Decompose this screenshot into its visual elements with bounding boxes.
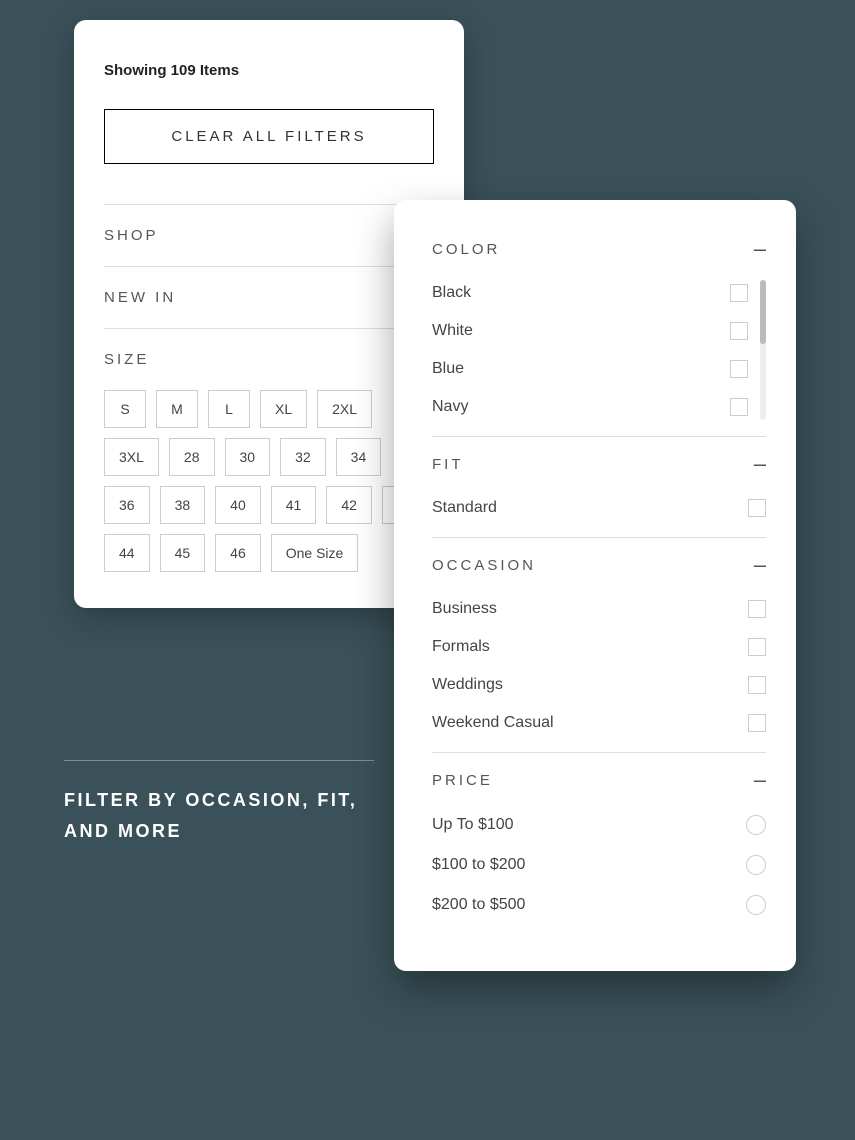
filter-section-new-in[interactable]: NEW IN — [104, 266, 434, 328]
size-chip[interactable]: L — [208, 390, 250, 428]
filter-section-size: SIZE SMLXL2XL3XL283032343638404142434445… — [104, 328, 434, 572]
radio-icon[interactable] — [746, 895, 766, 915]
size-chip[interactable]: One Size — [271, 534, 359, 572]
checkbox-icon[interactable] — [730, 360, 748, 378]
filter-option[interactable]: Formals — [432, 628, 766, 666]
collapse-icon[interactable]: – — [754, 453, 766, 475]
size-chip[interactable]: 42 — [326, 486, 372, 524]
scrollable-options: Black White Blue Navy — [432, 274, 766, 426]
filter-section-title: OCCASION — [432, 557, 536, 574]
caption-divider — [64, 760, 374, 761]
size-chip[interactable]: 44 — [104, 534, 150, 572]
filter-option[interactable]: Navy — [432, 388, 748, 426]
size-chip[interactable]: 32 — [280, 438, 326, 476]
size-chip[interactable]: 38 — [160, 486, 206, 524]
filter-option[interactable]: $100 to $200 — [432, 845, 766, 885]
filter-option[interactable]: Blue — [432, 350, 748, 388]
option-label: Weekend Casual — [432, 714, 554, 732]
filter-section-title: PRICE — [432, 772, 493, 789]
filter-section-title: FIT — [432, 456, 464, 473]
filter-card-right: COLOR – Black White Blue Navy FIT – Standard OCCA… — [394, 200, 796, 971]
option-label: $100 to $200 — [432, 856, 525, 874]
collapse-icon[interactable]: – — [754, 554, 766, 576]
radio-icon[interactable] — [746, 815, 766, 835]
filter-section-color: COLOR – Black White Blue Navy — [432, 228, 766, 436]
filter-option[interactable]: Weddings — [432, 666, 766, 704]
checkbox-icon[interactable] — [748, 714, 766, 732]
option-label: Up To $100 — [432, 816, 514, 834]
filter-option[interactable]: Business — [432, 590, 766, 628]
caption-text: FILTER BY OCCASION, FIT, AND MORE — [64, 785, 374, 846]
filter-section-occasion: OCCASION – Business Formals Weddings Weekend … — [432, 537, 766, 752]
option-label: Standard — [432, 499, 497, 517]
size-chip[interactable]: 3XL — [104, 438, 159, 476]
size-chip[interactable]: 2XL — [317, 390, 372, 428]
checkbox-icon[interactable] — [748, 600, 766, 618]
filter-option[interactable]: Standard — [432, 489, 766, 527]
size-chip[interactable]: 45 — [160, 534, 206, 572]
size-chip[interactable]: 40 — [215, 486, 261, 524]
size-grid: SMLXL2XL3XL28303234363840414243444546One… — [104, 390, 434, 572]
filter-option[interactable]: Black — [432, 274, 748, 312]
filter-section-header[interactable]: FIT – — [432, 453, 766, 489]
size-chip[interactable]: 28 — [169, 438, 215, 476]
size-chip[interactable]: XL — [260, 390, 307, 428]
checkbox-icon[interactable] — [730, 322, 748, 340]
option-label: Navy — [432, 398, 468, 416]
size-chip[interactable]: S — [104, 390, 146, 428]
caption-block: FILTER BY OCCASION, FIT, AND MORE — [64, 760, 374, 846]
filter-section-header[interactable]: COLOR – — [432, 238, 766, 274]
clear-all-filters-button[interactable]: CLEAR ALL FILTERS — [104, 109, 434, 164]
size-label: SIZE — [104, 351, 434, 368]
size-chip[interactable]: 36 — [104, 486, 150, 524]
filter-section-fit: FIT – Standard — [432, 436, 766, 537]
option-label: $200 to $500 — [432, 896, 525, 914]
checkbox-icon[interactable] — [730, 398, 748, 416]
size-chip[interactable]: 30 — [225, 438, 271, 476]
option-label: Formals — [432, 638, 490, 656]
checkbox-icon[interactable] — [748, 499, 766, 517]
option-label: Business — [432, 600, 497, 618]
size-chip[interactable]: 46 — [215, 534, 261, 572]
option-label: Weddings — [432, 676, 503, 694]
filter-section-title: COLOR — [432, 241, 500, 258]
filter-option[interactable]: $200 to $500 — [432, 885, 766, 925]
option-label: Blue — [432, 360, 464, 378]
scrollbar-thumb[interactable] — [760, 280, 766, 344]
collapse-icon[interactable]: – — [754, 238, 766, 260]
filter-option[interactable]: Weekend Casual — [432, 704, 766, 742]
collapse-icon[interactable]: – — [754, 769, 766, 791]
size-chip[interactable]: 41 — [271, 486, 317, 524]
filter-option[interactable]: White — [432, 312, 748, 350]
checkbox-icon[interactable] — [748, 676, 766, 694]
size-chip[interactable]: M — [156, 390, 198, 428]
filter-section-header[interactable]: OCCASION – — [432, 554, 766, 590]
checkbox-icon[interactable] — [748, 638, 766, 656]
size-chip[interactable]: 34 — [336, 438, 382, 476]
filter-section-shop[interactable]: SHOP — [104, 204, 434, 266]
checkbox-icon[interactable] — [730, 284, 748, 302]
results-count: Showing 109 Items — [104, 62, 434, 79]
filter-section-header[interactable]: PRICE – — [432, 769, 766, 805]
option-label: Black — [432, 284, 471, 302]
filter-section-price: PRICE – Up To $100 $100 to $200 $200 to $500 — [432, 752, 766, 935]
radio-icon[interactable] — [746, 855, 766, 875]
option-label: White — [432, 322, 473, 340]
filter-option[interactable]: Up To $100 — [432, 805, 766, 845]
